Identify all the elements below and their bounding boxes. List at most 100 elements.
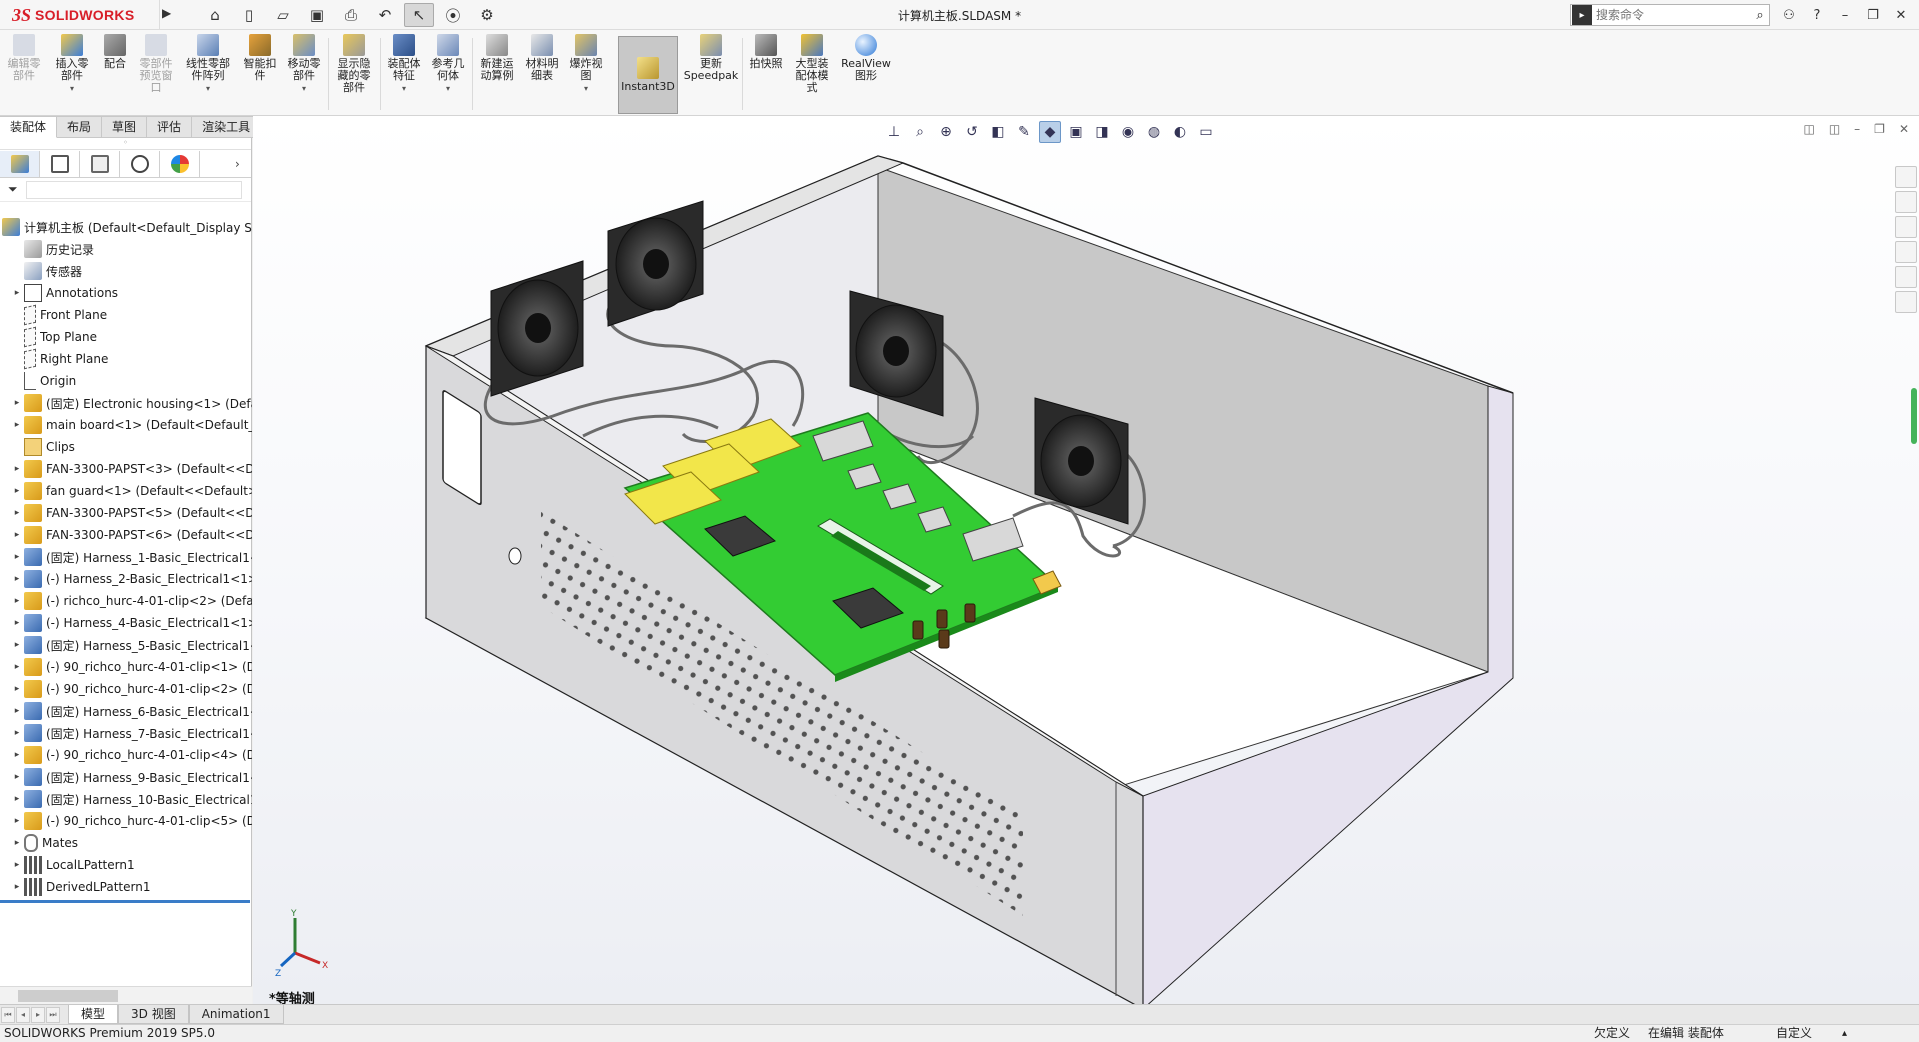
user-icon[interactable]: ⚇ [1780, 5, 1798, 25]
tree-item[interactable]: ▸ (固定) Harness_7-Basic_Electrical1< [0, 722, 252, 744]
tree-item[interactable]: ▸ Annotations [0, 282, 252, 304]
dropdown-arrow-icon[interactable]: ▾ [402, 83, 406, 95]
tree-item[interactable]: ▸ FAN-3300-PAPST<6> (Default<<D [0, 524, 252, 546]
tab-display-manager[interactable] [160, 150, 200, 177]
command-tab[interactable]: 草图 [102, 116, 148, 138]
search-icon[interactable]: ⌕ [1751, 8, 1769, 23]
minimize-icon[interactable]: – [1836, 5, 1854, 25]
tree-item[interactable]: ▸ (-) 90_richco_hurc-4-01-clip<2> (D [0, 678, 252, 700]
realview-graphics-button[interactable]: RealView 图形 [838, 34, 894, 112]
undo-icon[interactable]: ↶ [370, 3, 400, 27]
close-icon[interactable]: ✕ [1892, 5, 1910, 25]
expand-arrow-icon[interactable]: ▸ [10, 486, 24, 496]
reference-geometry-button[interactable]: 参考几 何体 ▾ [428, 34, 468, 112]
tree-item[interactable]: ▸ (-) Harness_2-Basic_Electrical1<1> [0, 568, 252, 590]
view-palette-icon[interactable] [1895, 241, 1917, 263]
home-icon[interactable]: ⌂ [200, 3, 230, 27]
bom-button[interactable]: 材料明 细表 [522, 34, 562, 112]
custom-properties-icon[interactable] [1895, 291, 1917, 313]
edit-component-button[interactable]: 编辑零 部件 [4, 34, 44, 112]
expand-arrow-icon[interactable]: ▸ [10, 288, 24, 298]
task-pane-handle[interactable] [1911, 388, 1917, 444]
tree-item[interactable]: ▸ (-) 90_richco_hurc-4-01-clip<5> (D [0, 810, 252, 832]
expand-arrow-icon[interactable]: ▸ [10, 882, 24, 892]
tree-item[interactable]: 传感器 [0, 260, 252, 282]
dropdown-arrow-icon[interactable]: ▾ [446, 83, 450, 95]
tree-item[interactable]: Front Plane [0, 304, 252, 326]
help-icon[interactable]: ? [1808, 5, 1826, 25]
new-document-icon[interactable]: ▯ [234, 3, 264, 27]
expand-arrow-icon[interactable]: ▸ [10, 574, 24, 584]
dropdown-arrow-icon[interactable]: ▾ [584, 83, 588, 95]
expand-arrow-icon[interactable]: ▸ [10, 530, 24, 540]
assembly-features-button[interactable]: 装配体 特征 ▾ [384, 34, 424, 112]
new-motion-study-button[interactable]: 新建运 动算例 [476, 34, 518, 112]
command-tab[interactable]: 评估 [147, 116, 193, 138]
first-tab-icon[interactable]: ⏮ [1, 1006, 15, 1023]
expand-arrow-icon[interactable]: ▸ [10, 794, 24, 804]
appearances-icon[interactable] [1895, 266, 1917, 288]
dropdown-arrow-icon[interactable]: ▾ [206, 83, 210, 95]
tree-item[interactable]: ▸ (固定) Harness_9-Basic_Electrical1< [0, 766, 252, 788]
expand-arrow-icon[interactable]: ▸ [10, 464, 24, 474]
search-commands[interactable]: ▸ ⌕ [1570, 4, 1770, 26]
design-library-icon[interactable] [1895, 191, 1917, 213]
previous-tab-icon[interactable]: ◂ [16, 1006, 30, 1023]
expand-arrow-icon[interactable]: ▸ [10, 816, 24, 826]
smart-fasteners-button[interactable]: 智能扣 件 [240, 34, 280, 112]
filter-funnel-icon[interactable]: ⏷ [8, 182, 18, 197]
viewport-close-icon[interactable]: ✕ [1899, 122, 1909, 136]
file-explorer-icon[interactable] [1895, 216, 1917, 238]
solidworks-resources-icon[interactable] [1895, 166, 1917, 188]
linear-pattern-button[interactable]: 线性零部 件阵列 ▾ [180, 34, 236, 112]
viewport-restore-icon[interactable]: ❐ [1874, 122, 1885, 136]
mate-button[interactable]: 配合 [98, 34, 132, 112]
instant3d-button[interactable]: Instant3D [618, 36, 678, 114]
tree-item[interactable]: Top Plane [0, 326, 252, 348]
assembly-model[interactable] [253, 116, 1813, 1004]
bottom-tab[interactable]: Animation1 [188, 1005, 284, 1024]
bottom-tab[interactable]: 模型 [68, 1005, 119, 1024]
expand-arrow-icon[interactable]: ▸ [10, 838, 24, 848]
rollback-bar[interactable] [0, 900, 250, 903]
filter-input[interactable] [25, 180, 242, 199]
tree-item[interactable]: ▸ (固定) Harness_5-Basic_Electrical1< [0, 634, 252, 656]
expand-arrow-icon[interactable]: ▸ [10, 640, 24, 650]
command-tab[interactable]: 布局 [57, 116, 103, 138]
next-tab-icon[interactable]: ▸ [31, 1006, 45, 1023]
exploded-view-button[interactable]: 爆炸视 图 ▾ [566, 34, 606, 112]
command-tab[interactable]: 装配体 [0, 116, 58, 138]
tab-dimxpert-manager[interactable] [120, 150, 160, 177]
expand-arrow-icon[interactable]: ▸ [10, 772, 24, 782]
tree-item[interactable]: ▸ (-) 90_richco_hurc-4-01-clip<1> (D [0, 656, 252, 678]
update-speedpak-button[interactable]: 更新 Speedpak [684, 34, 738, 112]
tree-item[interactable]: ▸ (固定) Electronic housing<1> (Defa [0, 392, 252, 414]
expand-arrow-icon[interactable]: ▸ [10, 706, 24, 716]
search-mode-icon[interactable]: ▸ [1572, 5, 1592, 25]
expand-arrow-icon[interactable]: ▸ [10, 508, 24, 518]
unit-system[interactable]: 自定义 [1776, 1025, 1812, 1042]
options-gear-icon[interactable]: ⚙ [472, 3, 502, 27]
insert-component-button[interactable]: 插入零 部件 ▾ [50, 34, 94, 112]
open-icon[interactable]: ▱ [268, 3, 298, 27]
print-icon[interactable]: ⎙ [336, 3, 366, 27]
expand-arrow-icon[interactable]: ▸ [10, 750, 24, 760]
tree-item[interactable]: ▸ FAN-3300-PAPST<5> (Default<<D [0, 502, 252, 524]
tree-item[interactable]: ▸ (-) 90_richco_hurc-4-01-clip<4> (D [0, 744, 252, 766]
tree-item[interactable]: ▸ FAN-3300-PAPST<3> (Default<<D [0, 458, 252, 480]
panel-grip[interactable]: ◦ [0, 138, 251, 150]
tab-feature-manager[interactable] [0, 150, 40, 177]
move-component-button[interactable]: 移动零 部件 ▾ [284, 34, 324, 112]
tree-item[interactable]: ▸ LocalLPattern1 [0, 854, 252, 876]
expand-arrow-icon[interactable]: ▸ [10, 596, 24, 606]
tree-item[interactable]: Right Plane [0, 348, 252, 370]
graphics-area[interactable]: ⊥ ⌕ ⊕ ↺ ◧ ✎ ◆ ▣ ◨ ◉ ◍ ◐ ▭ ◫ ◫ – ❐ ✕ Y X … [253, 116, 1919, 1004]
tree-item[interactable]: ▸ (固定) Harness_10-Basic_Electrical1 [0, 788, 252, 810]
expand-arrow-icon[interactable]: ▸ [10, 618, 24, 628]
bottom-tab[interactable]: 3D 视图 [118, 1005, 189, 1024]
expand-arrow-icon[interactable]: ▸ [10, 860, 24, 870]
tree-item[interactable]: ▸ (固定) Harness_1-Basic_Electrical1< [0, 546, 252, 568]
command-tab[interactable]: 渲染工具 [192, 116, 262, 138]
expand-arrow-icon[interactable]: ▸ [10, 552, 24, 562]
restore-icon[interactable]: ❐ [1864, 5, 1882, 25]
